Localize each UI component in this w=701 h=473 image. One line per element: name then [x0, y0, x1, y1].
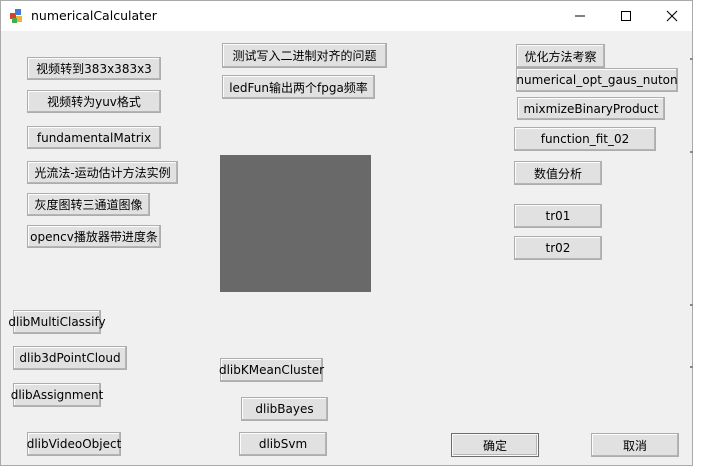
dlib-assignment-button[interactable]: dlibAssignment — [11, 383, 103, 407]
app-icon — [10, 9, 22, 23]
maximize-icon — [621, 11, 631, 21]
tr02-button[interactable]: tr02 — [514, 236, 602, 260]
dlib-video-object-button[interactable]: dlibVideoObject — [27, 432, 121, 456]
minimize-button[interactable] — [557, 1, 603, 31]
dlib-kmean-cluster-button[interactable]: dlibKMeanCluster — [219, 358, 324, 382]
cancel-button[interactable]: 取消 — [591, 433, 679, 457]
image-preview — [220, 155, 371, 292]
maximize-button[interactable] — [603, 1, 649, 31]
mixmize-binary-button[interactable]: mixmizeBinaryProduct — [517, 97, 665, 120]
title-bar[interactable]: numericalCalculater — [1, 1, 692, 31]
tr01-button[interactable]: tr01 — [514, 204, 602, 228]
close-button[interactable] — [649, 1, 695, 31]
dlib-bayes-button[interactable]: dlibBayes — [241, 397, 328, 421]
dlib-3d-point-cloud-button[interactable]: dlib3dPointCloud — [13, 346, 127, 370]
optim-methods-button[interactable]: 优化方法考察 — [516, 44, 605, 68]
numerical-opt-button[interactable]: numerical_opt_gaus_nuton — [516, 68, 678, 92]
edge-mark — [690, 151, 693, 153]
opencv-player-button[interactable]: opencv播放器带进度条 — [27, 225, 161, 248]
video-to-yuv-button[interactable]: 视频转为yuv格式 — [27, 90, 161, 113]
window-title: numericalCalculater — [31, 8, 157, 23]
function-fit-button[interactable]: function_fit_02 — [514, 127, 656, 151]
edge-mark — [690, 304, 693, 306]
test-binary-align-button[interactable]: 测试写入二进制对齐的问题 — [222, 43, 387, 68]
fundamental-matrix-button[interactable]: fundamentalMatrix — [27, 126, 161, 149]
led-fun-button[interactable]: ledFun输出两个fpga频率 — [222, 75, 375, 99]
ok-button[interactable]: 确定 — [451, 433, 539, 457]
main-window: numericalCalculater 视频转到383x383x3 视频转为yu… — [0, 0, 693, 466]
dlib-multi-classify-button[interactable]: dlibMultiClassify — [8, 310, 106, 334]
edge-mark — [690, 58, 693, 60]
close-icon — [666, 10, 678, 22]
numeric-analysis-button[interactable]: 数值分析 — [514, 161, 602, 185]
optical-flow-button[interactable]: 光流法-运动估计方法实例 — [27, 161, 178, 184]
video-to-383-button[interactable]: 视频转到383x383x3 — [27, 57, 161, 80]
gray-to-3ch-button[interactable]: 灰度图转三通道图像 — [27, 193, 150, 216]
minimize-icon — [575, 15, 585, 17]
edge-mark — [690, 366, 693, 368]
dlib-svm-button[interactable]: dlibSvm — [239, 432, 327, 456]
